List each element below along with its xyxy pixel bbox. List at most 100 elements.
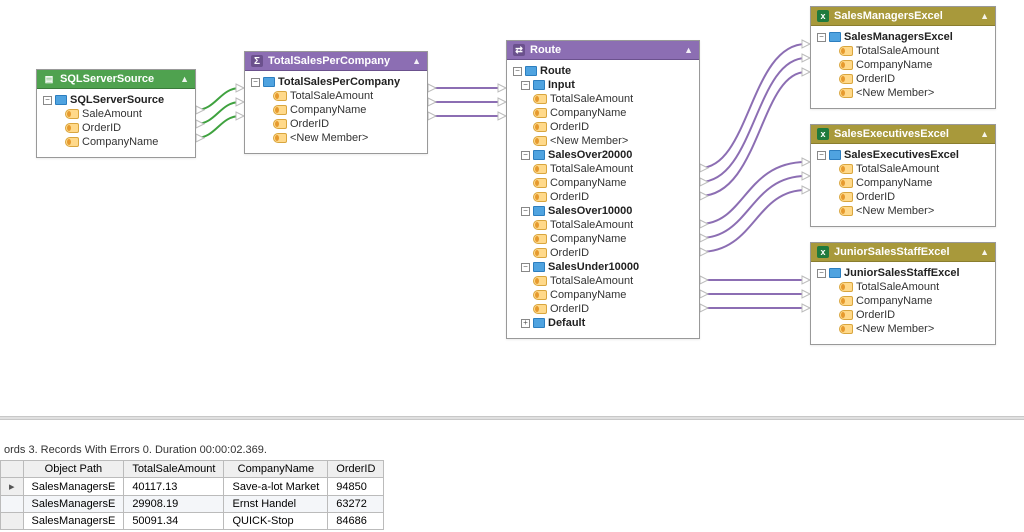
field-icon xyxy=(533,304,547,314)
node-body: − TotalSalesPerCompany TotalSaleAmount C… xyxy=(245,71,427,153)
toggle-minus-icon[interactable]: − xyxy=(817,33,826,42)
field-row[interactable]: <New Member> xyxy=(815,86,991,100)
node-body: −SalesExecutivesExcel TotalSaleAmount Co… xyxy=(811,144,995,226)
toggle-minus-icon[interactable]: − xyxy=(521,151,530,160)
col-total-sale-amount[interactable]: TotalSaleAmount xyxy=(124,461,224,478)
field-row[interactable]: OrderID xyxy=(511,302,695,316)
toggle-minus-icon[interactable]: − xyxy=(251,78,260,87)
table-row[interactable]: ▸ SalesManagersE 40117.13 Save-a-lot Mar… xyxy=(1,478,384,496)
field-row[interactable]: CompanyName xyxy=(511,106,695,120)
field-row[interactable]: CompanyName xyxy=(249,103,423,117)
field-row[interactable]: CompanyName xyxy=(815,294,991,308)
toggle-minus-icon[interactable]: − xyxy=(521,263,530,272)
field-row[interactable]: <New Member> xyxy=(815,322,991,336)
node-sql-server-source[interactable]: ▤ SQLServerSource ▲ − SQLServerSource Sa… xyxy=(36,69,196,158)
table-row[interactable]: SalesManagersE 50091.34 QUICK-Stop 84686 xyxy=(1,513,384,530)
field-row[interactable]: TotalSaleAmount xyxy=(815,162,991,176)
field-row[interactable]: OrderID xyxy=(41,121,191,135)
tree-root[interactable]: − TotalSalesPerCompany xyxy=(249,75,423,89)
tree-root[interactable]: − SalesManagersExcel xyxy=(815,30,991,44)
table-row[interactable]: SalesManagersE 29908.19 Ernst Handel 632… xyxy=(1,496,384,513)
excel-icon: x xyxy=(817,10,829,22)
field-row[interactable]: SaleAmount xyxy=(41,107,191,121)
field-row[interactable]: OrderID xyxy=(511,120,695,134)
status-text: ords 3. Records With Errors 0. Duration … xyxy=(4,444,267,456)
field-row[interactable]: CompanyName xyxy=(815,58,991,72)
node-header[interactable]: x JuniorSalesStaffExcel ▲ xyxy=(811,243,995,262)
field-row[interactable]: TotalSaleAmount xyxy=(511,92,695,106)
field-row[interactable]: CompanyName xyxy=(511,232,695,246)
node-header[interactable]: Σ TotalSalesPerCompany ▲ xyxy=(245,52,427,71)
results-table[interactable]: Object Path TotalSaleAmount CompanyName … xyxy=(0,460,384,530)
field-row[interactable]: TotalSaleAmount xyxy=(249,89,423,103)
folder-icon xyxy=(525,66,537,76)
group-input[interactable]: −Input xyxy=(511,78,695,92)
folder-icon xyxy=(829,268,841,278)
col-object-path[interactable]: Object Path xyxy=(23,461,124,478)
collapse-icon[interactable]: ▲ xyxy=(980,247,989,257)
field-label: OrderID xyxy=(290,118,329,130)
sigma-icon: Σ xyxy=(251,55,263,67)
tree-root[interactable]: − Route xyxy=(511,64,695,78)
field-row[interactable]: TotalSaleAmount xyxy=(511,162,695,176)
group-salesover20000[interactable]: −SalesOver20000 xyxy=(511,148,695,162)
field-row[interactable]: OrderID xyxy=(815,72,991,86)
row-indicator-icon xyxy=(1,513,24,530)
field-row[interactable]: OrderID xyxy=(249,117,423,131)
tree-root[interactable]: −SalesExecutivesExcel xyxy=(815,148,991,162)
node-total-sales-per-company[interactable]: Σ TotalSalesPerCompany ▲ − TotalSalesPer… xyxy=(244,51,428,154)
tree-root-label: SalesManagersExcel xyxy=(844,31,953,43)
toggle-minus-icon[interactable]: − xyxy=(817,269,826,278)
node-header[interactable]: x SalesManagersExcel ▲ xyxy=(811,7,995,26)
field-row[interactable]: OrderID xyxy=(815,190,991,204)
field-icon xyxy=(533,122,547,132)
field-icon xyxy=(839,192,853,202)
field-icon xyxy=(533,94,547,104)
col-order-id[interactable]: OrderID xyxy=(328,461,384,478)
field-row[interactable]: CompanyName xyxy=(511,288,695,302)
cell-company: Save-a-lot Market xyxy=(224,478,328,496)
toggle-minus-icon[interactable]: − xyxy=(513,67,522,76)
group-salesover10000[interactable]: −SalesOver10000 xyxy=(511,204,695,218)
node-sales-executives-excel[interactable]: x SalesExecutivesExcel ▲ −SalesExecutive… xyxy=(810,124,996,227)
collapse-icon[interactable]: ▲ xyxy=(980,11,989,21)
field-row[interactable]: OrderID xyxy=(815,308,991,322)
toggle-minus-icon[interactable]: − xyxy=(521,207,530,216)
node-junior-sales-staff-excel[interactable]: x JuniorSalesStaffExcel ▲ −JuniorSalesSt… xyxy=(810,242,996,345)
cell-total: 50091.34 xyxy=(124,513,224,530)
panel-divider[interactable] xyxy=(0,416,1024,420)
field-row[interactable]: CompanyName xyxy=(815,176,991,190)
collapse-icon[interactable]: ▲ xyxy=(684,45,693,55)
field-row[interactable]: <New Member> xyxy=(815,204,991,218)
field-row[interactable]: CompanyName xyxy=(41,135,191,149)
toggle-plus-icon[interactable]: + xyxy=(521,319,530,328)
field-row[interactable]: TotalSaleAmount xyxy=(815,280,991,294)
field-label: CompanyName xyxy=(82,136,158,148)
field-row[interactable]: OrderID xyxy=(511,190,695,204)
group-default[interactable]: +Default xyxy=(511,316,695,330)
field-row[interactable]: CompanyName xyxy=(511,176,695,190)
node-header[interactable]: ⇄ Route ▲ xyxy=(507,41,699,60)
node-header[interactable]: ▤ SQLServerSource ▲ xyxy=(37,70,195,89)
toggle-minus-icon[interactable]: − xyxy=(43,96,52,105)
toggle-minus-icon[interactable]: − xyxy=(521,81,530,90)
collapse-icon[interactable]: ▲ xyxy=(980,129,989,139)
field-row[interactable]: TotalSaleAmount xyxy=(815,44,991,58)
collapse-icon[interactable]: ▲ xyxy=(180,74,189,84)
node-header[interactable]: x SalesExecutivesExcel ▲ xyxy=(811,125,995,144)
collapse-icon[interactable]: ▲ xyxy=(412,56,421,66)
node-route[interactable]: ⇄ Route ▲ − Route −Input TotalSaleAmount… xyxy=(506,40,700,339)
node-sales-managers-excel[interactable]: x SalesManagersExcel ▲ − SalesManagersExc… xyxy=(810,6,996,109)
field-row[interactable]: TotalSaleAmount xyxy=(511,218,695,232)
toggle-minus-icon[interactable]: − xyxy=(817,151,826,160)
field-icon xyxy=(839,46,853,56)
group-salesunder10000[interactable]: −SalesUnder10000 xyxy=(511,260,695,274)
col-company-name[interactable]: CompanyName xyxy=(224,461,328,478)
field-label: <New Member> xyxy=(550,135,628,147)
field-row[interactable]: <New Member> xyxy=(249,131,423,145)
tree-root[interactable]: − SQLServerSource xyxy=(41,93,191,107)
field-row[interactable]: OrderID xyxy=(511,246,695,260)
tree-root[interactable]: −JuniorSalesStaffExcel xyxy=(815,266,991,280)
field-row[interactable]: TotalSaleAmount xyxy=(511,274,695,288)
field-row[interactable]: <New Member> xyxy=(511,134,695,148)
